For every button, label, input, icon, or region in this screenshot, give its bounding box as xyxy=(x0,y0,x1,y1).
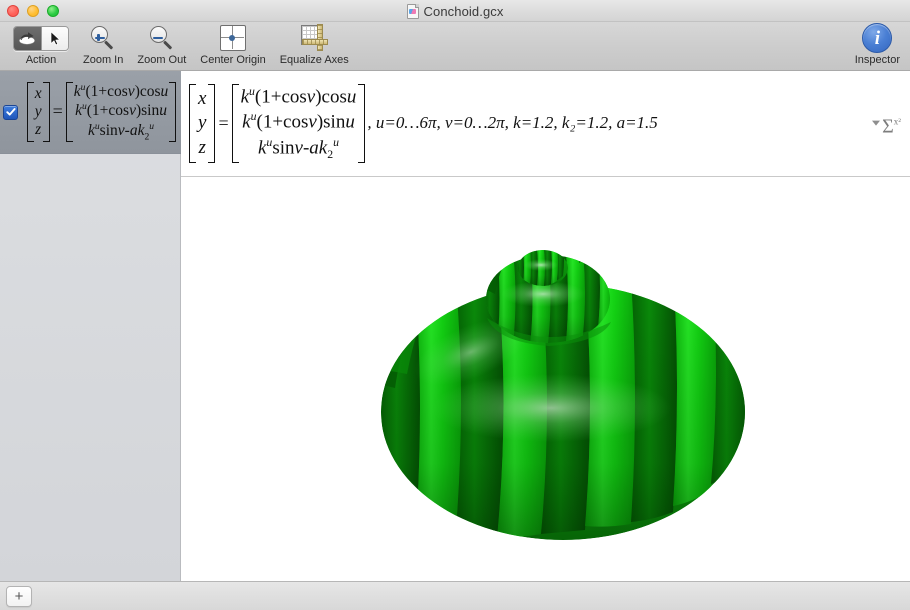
toolbar-item-zoom-in[interactable]: Zoom In xyxy=(76,24,130,66)
magnifier-plus-icon[interactable] xyxy=(90,25,116,51)
app-window: Conchoid.gcx Action Zoom In Zoom Out Cen… xyxy=(0,0,910,610)
toolbar-item-zoom-out[interactable]: Zoom Out xyxy=(130,24,193,66)
sidebar-equation: x y z = ku(1+cosv)cosu ku(1+cosv)sinu ku… xyxy=(26,81,177,143)
window-title-group: Conchoid.gcx xyxy=(0,0,910,22)
checkmark-icon xyxy=(5,108,16,116)
lhs-y: y xyxy=(198,112,207,134)
info-circle-icon[interactable]: i xyxy=(862,23,893,53)
title-bar: Conchoid.gcx xyxy=(0,0,910,22)
toolbar-item-center-origin[interactable]: Center Origin xyxy=(193,24,272,66)
info-letter: i xyxy=(874,27,881,49)
arrow-cursor-icon[interactable] xyxy=(41,26,68,50)
conchoid-surface[interactable] xyxy=(181,177,910,581)
toolbar-label-equalize-axes: Equalize Axes xyxy=(279,54,349,66)
parameter-list: , u=0…6π, v=0…2π, k=1.2, k₂=1.2, a=1.5 xyxy=(367,113,658,133)
visibility-checkbox[interactable] xyxy=(3,104,18,120)
toolbar-items: Action Zoom In Zoom Out Center Origin Eq… xyxy=(6,24,356,71)
rulers-grid-icon[interactable] xyxy=(300,24,329,52)
crosshair-origin-icon[interactable] xyxy=(219,25,246,51)
add-equation-button[interactable]: + xyxy=(6,586,32,607)
toolbar-item-equalize-axes[interactable]: Equalize Axes xyxy=(273,24,356,66)
sidebar-row-conchoid[interactable]: x y z = ku(1+cosv)cosu ku(1+cosv)sinu ku… xyxy=(0,71,181,154)
bottom-bar: + xyxy=(0,581,910,610)
toolbar-label-center-origin: Center Origin xyxy=(200,54,266,66)
toolbar-label-zoom-out: Zoom Out xyxy=(137,54,187,66)
plus-icon: + xyxy=(14,588,24,605)
sidebar: x y z = ku(1+cosv)cosu ku(1+cosv)sinu ku… xyxy=(0,71,181,581)
math-palette-button[interactable]: Σx² xyxy=(872,112,901,136)
rhs-x-expression: ku(1+cosv)cosu xyxy=(240,84,357,108)
toolbar-label-inspector: Inspector xyxy=(854,54,900,66)
lhs-x: x xyxy=(198,87,207,109)
equals-sign: = xyxy=(218,112,229,133)
plot-canvas[interactable] xyxy=(181,177,910,581)
toolbar-item-action[interactable]: Action xyxy=(6,24,76,66)
chevron-down-icon[interactable] xyxy=(872,121,881,126)
parametric-equation: x y z = ku(1+cosv)cosu ku(1+cosv)sinu ku… xyxy=(189,83,366,164)
toolbar-label-action: Action xyxy=(25,54,57,66)
toolbar-label-zoom-in: Zoom In xyxy=(83,54,124,66)
lhs-z: z xyxy=(198,136,206,158)
rhs-y-expression: ku(1+cosv)sinu xyxy=(242,110,355,133)
toolbar: Action Zoom In Zoom Out Center Origin Eq… xyxy=(0,22,910,71)
rhs-z-expression: kusinv-ak2u xyxy=(257,136,339,162)
action-segmented-control[interactable] xyxy=(13,24,69,52)
magnifier-minus-icon[interactable] xyxy=(149,25,175,51)
document-icon xyxy=(406,3,419,19)
formula-bar[interactable]: x y z = ku(1+cosv)cosu ku(1+cosv)sinu ku… xyxy=(181,71,910,177)
formula-editor[interactable]: x y z = ku(1+cosv)cosu ku(1+cosv)sinu ku… xyxy=(181,83,910,164)
window-title: Conchoid.gcx xyxy=(423,3,504,19)
toolbar-item-inspector[interactable]: i Inspector xyxy=(854,23,900,66)
rotate-hand-icon[interactable] xyxy=(14,26,41,50)
sidebar-formula-thumbnail: x y z = ku(1+cosv)cosu ku(1+cosv)sinu ku… xyxy=(18,81,181,143)
sigma-x-squared-icon[interactable]: Σx² xyxy=(882,112,901,136)
